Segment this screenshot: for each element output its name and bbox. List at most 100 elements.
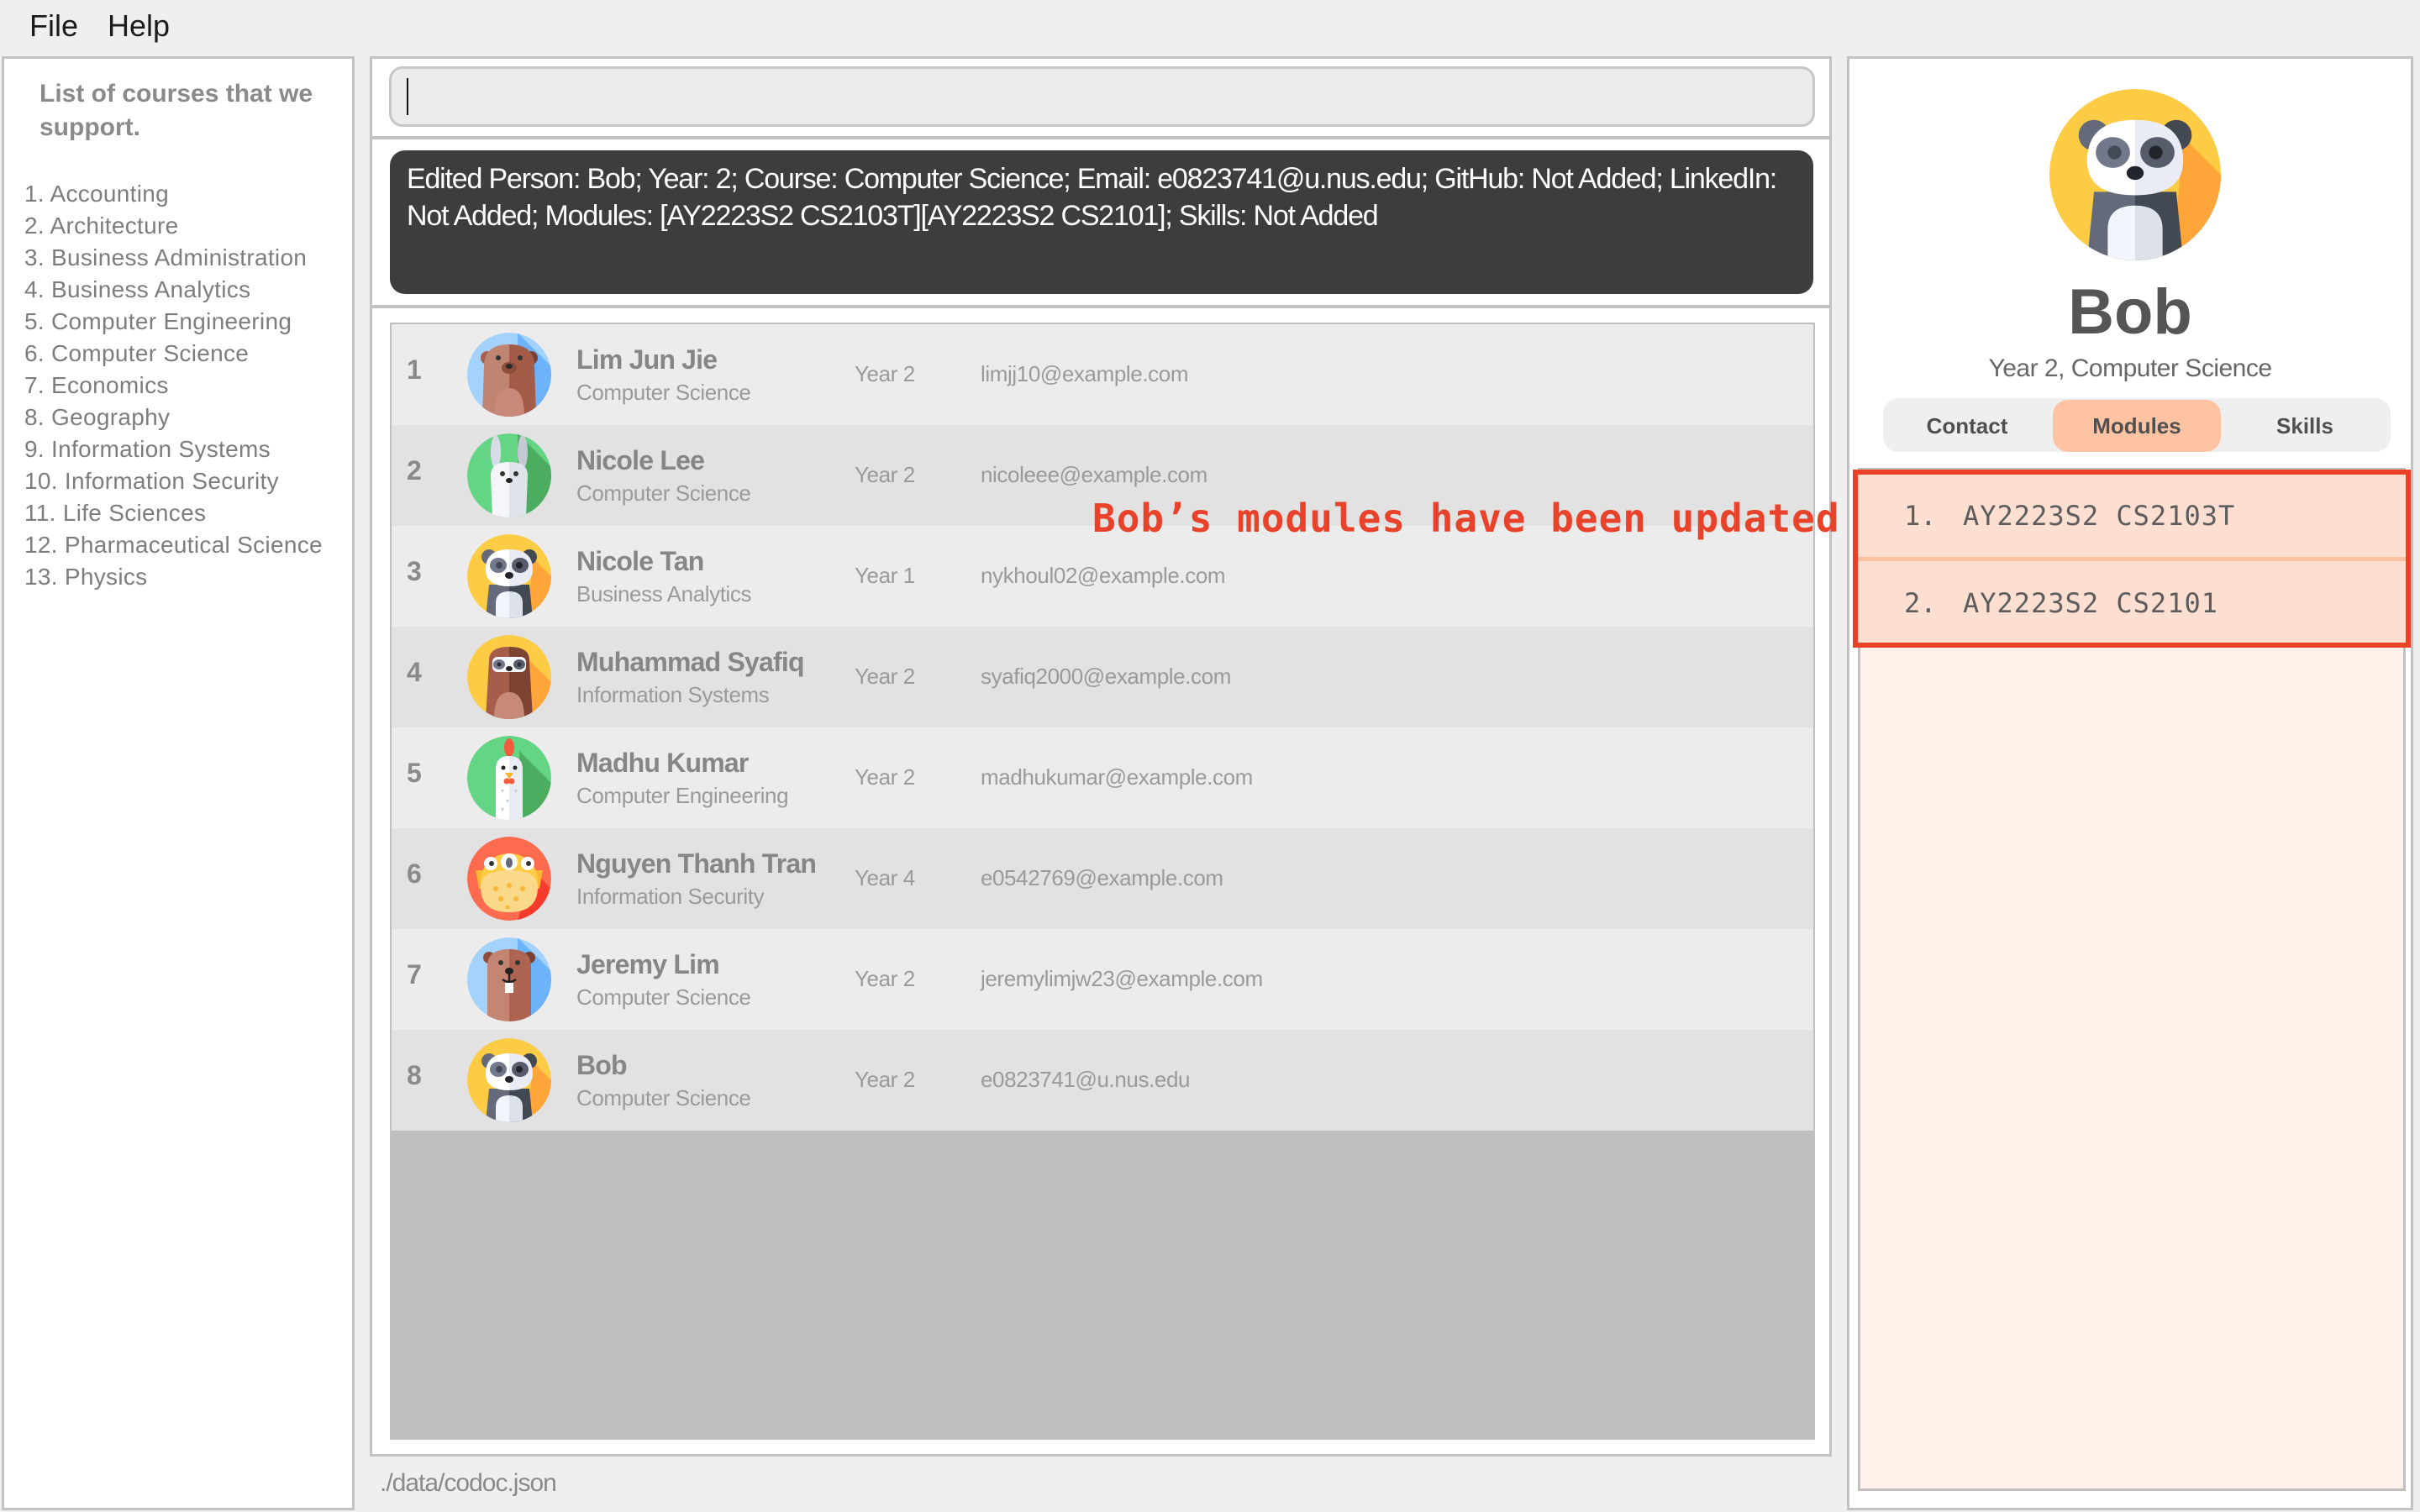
pufferfish-icon	[467, 837, 551, 921]
person-email: syafiq2000@example.com	[981, 664, 1231, 689]
profile-tabs: Contact Modules Skills	[1883, 398, 2391, 452]
person-email: jeremylimjw23@example.com	[981, 966, 1263, 991]
person-course: Computer Engineering	[576, 783, 789, 808]
rabbit-icon	[467, 433, 551, 517]
course-item: 6. Computer Science	[24, 340, 250, 366]
person-email: limjj10@example.com	[981, 361, 1189, 386]
result-display: Edited Person: Bob; Year: 2; Course: Com…	[390, 150, 1813, 294]
person-row[interactable]: 4 Muhammad Syafiq Information Systems Ye…	[392, 627, 1813, 727]
divider	[372, 305, 1829, 308]
module-code: AY2223S2 CS2103T	[1963, 500, 2236, 532]
person-course: Information Systems	[576, 682, 770, 707]
course-item: 9. Information Systems	[24, 436, 271, 462]
command-input[interactable]	[389, 66, 1815, 127]
panda-icon	[2049, 89, 2221, 260]
person-course: Computer Science	[576, 984, 751, 1010]
course-list: 1. Accounting 2. Architecture 3. Busines…	[24, 178, 323, 593]
tab-skills[interactable]: Skills	[2221, 400, 2389, 452]
course-item: 12. Pharmaceutical Science	[24, 532, 323, 558]
panda-icon	[467, 534, 551, 618]
person-name: Nicole Lee	[576, 445, 705, 475]
course-item: 2. Architecture	[24, 213, 179, 239]
person-email: nykhoul02@example.com	[981, 563, 1226, 588]
courses-panel: List of courses that we support. 1. Acco…	[2, 56, 355, 1510]
person-course: Information Security	[576, 884, 765, 909]
person-email: nicoleee@example.com	[981, 462, 1207, 487]
person-row[interactable]: 1 Lim Jun Jie Computer Science Year 2 li…	[392, 324, 1813, 425]
person-course: Computer Science	[576, 1085, 751, 1110]
person-course: Computer Science	[576, 380, 751, 405]
person-index: 5	[407, 758, 422, 788]
person-email: e0542769@example.com	[981, 865, 1223, 890]
person-year: Year 2	[855, 764, 915, 790]
course-item: 3. Business Administration	[24, 244, 308, 270]
person-course: Business Analytics	[576, 581, 752, 606]
person-course: Computer Science	[576, 480, 751, 506]
course-item: 11. Life Sciences	[24, 500, 207, 526]
module-code: AY2223S2 CS2101	[1963, 587, 2218, 619]
person-row[interactable]: 8 Bob Computer Science Year 2 e0823741@u…	[392, 1030, 1813, 1131]
person-name: Nguyen Thanh Tran	[576, 848, 817, 879]
menu-file[interactable]: File	[29, 8, 78, 44]
person-name: Bob	[576, 1050, 628, 1080]
profile-name: Bob	[2068, 276, 2192, 348]
tab-contact[interactable]: Contact	[1883, 400, 2051, 452]
person-name: Madhu Kumar	[576, 748, 749, 778]
course-item: 1. Accounting	[24, 181, 170, 207]
menu-help[interactable]: Help	[108, 8, 170, 44]
person-name: Nicole Tan	[576, 546, 704, 576]
person-row[interactable]: 3 Nicole Tan Business Analytics Year 1 n…	[392, 526, 1813, 627]
person-year: Year 4	[855, 865, 915, 890]
module-number: 1.	[1904, 500, 1937, 532]
main-panel: Edited Person: Bob; Year: 2; Course: Com…	[370, 56, 1832, 1457]
sloth-icon	[467, 635, 551, 719]
person-name: Muhammad Syafiq	[576, 647, 805, 677]
person-row[interactable]: 6 Nguyen Thanh Tran Information Security…	[392, 828, 1813, 929]
course-item: 8. Geography	[24, 404, 171, 430]
profile-subtitle: Year 2, Computer Science	[1988, 354, 2272, 382]
person-row[interactable]: 5 Madhu Kumar Computer Engineering Year …	[392, 727, 1813, 828]
course-item: 7. Economics	[24, 372, 169, 398]
module-item[interactable]: 2. AY2223S2 CS2101	[1858, 562, 2406, 646]
person-year: Year 2	[855, 966, 915, 991]
course-item: 10. Information Security	[24, 468, 279, 494]
course-item: 4. Business Analytics	[24, 276, 251, 302]
chicken-icon	[467, 736, 551, 820]
result-text: Edited Person: Bob; Year: 2; Course: Com…	[407, 163, 1777, 232]
person-index: 4	[407, 657, 422, 687]
person-index: 8	[407, 1060, 422, 1090]
menu-bar: File Help	[0, 0, 2420, 54]
annotation-text: Bob’s modules have been updated	[1092, 496, 1840, 541]
module-number: 2.	[1904, 587, 1937, 619]
divider	[1858, 557, 2406, 561]
person-index: 1	[407, 354, 422, 385]
status-bar-path: ./data/codoc.json	[380, 1469, 557, 1497]
tab-modules[interactable]: Modules	[2053, 400, 2221, 452]
person-year: Year 2	[855, 664, 915, 689]
course-item: 13. Physics	[24, 564, 148, 590]
person-index: 3	[407, 556, 422, 586]
course-item: 5. Computer Engineering	[24, 308, 292, 334]
text-caret	[407, 78, 408, 115]
person-list[interactable]: 1 Lim Jun Jie Computer Science Year 2 li…	[390, 323, 1815, 1440]
bear-icon	[467, 333, 551, 417]
module-item[interactable]: 1. AY2223S2 CS2103T	[1858, 475, 2406, 559]
person-row[interactable]: 7 Jeremy Lim Computer Science Year 2 jer…	[392, 929, 1813, 1030]
person-year: Year 2	[855, 361, 915, 386]
divider	[372, 136, 1829, 139]
person-email: e0823741@u.nus.edu	[981, 1067, 1191, 1092]
person-name: Jeremy Lim	[576, 949, 720, 979]
person-year: Year 2	[855, 462, 915, 487]
person-email: madhukumar@example.com	[981, 764, 1253, 790]
courses-title: List of courses that we support.	[39, 80, 313, 141]
beaver-icon	[467, 937, 551, 1021]
modules-list: 1. AY2223S2 CS2103T 2. AY2223S2 CS2101	[1853, 470, 2411, 648]
person-year: Year 1	[855, 563, 915, 588]
person-index: 2	[407, 455, 422, 486]
person-year: Year 2	[855, 1067, 915, 1092]
person-index: 7	[407, 959, 422, 990]
person-name: Lim Jun Jie	[576, 344, 718, 375]
person-index: 6	[407, 858, 422, 889]
profile-panel: Bob Year 2, Computer Science Contact Mod…	[1847, 56, 2413, 1510]
panda-icon	[467, 1038, 551, 1122]
